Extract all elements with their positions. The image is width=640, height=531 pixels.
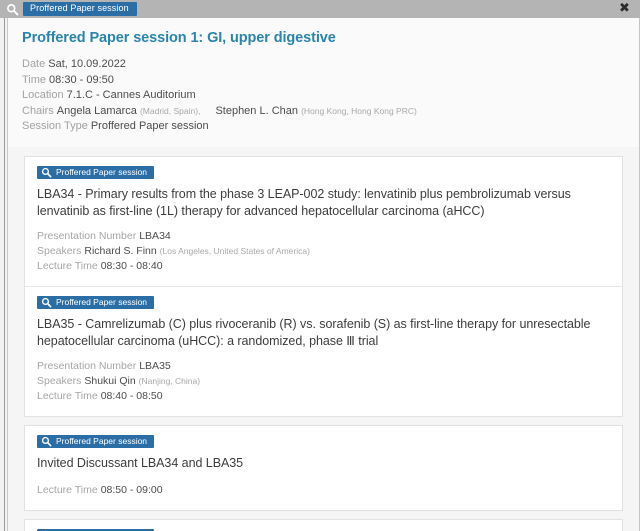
session-item-card[interactable]: Proffered Paper session LBA35 - Camreliz…	[25, 285, 622, 416]
meta-row-session-type: Session Type Proffered Paper session	[22, 119, 625, 135]
card-group: Proffered Paper session LBA34 - Primary …	[24, 155, 623, 417]
card-label-presentation-number: Presentation Number	[37, 229, 137, 242]
card-presentation-number-row: Presentation Number LBA34	[37, 229, 610, 244]
card-group: Proffered Paper session Q&A Lecture Time…	[24, 518, 623, 531]
card-session-badge[interactable]: Proffered Paper session	[37, 165, 155, 179]
chair-affiliation-2: (Hong Kong, Hong Kong PRC)	[301, 105, 417, 116]
search-icon	[41, 297, 52, 307]
search-icon	[41, 167, 52, 177]
card-speaker-name[interactable]: Richard S. Finn	[84, 245, 156, 257]
card-lecture-time-row: Lecture Time 08:50 - 09:00	[37, 483, 610, 498]
card-title[interactable]: LBA35 - Camrelizumab (C) plus rivocerani…	[37, 316, 610, 350]
card-speakers-row: Speakers Richard S. Finn (Los Angeles, Un…	[37, 244, 610, 259]
session-item-card[interactable]: Proffered Paper session Invited Discussa…	[25, 426, 622, 510]
meta-label-time: Time	[22, 73, 47, 86]
left-rail	[0, 18, 8, 531]
chair-name-1[interactable]: Angela Lamarca	[57, 105, 137, 117]
meta-value-time: 08:30 - 09:50	[49, 73, 114, 86]
card-value-lecture-time: 08:30 - 08:40	[100, 259, 163, 272]
card-speaker-affiliation: (Nanjing, China)	[138, 375, 201, 386]
card-presentation-number-row: Presentation Number LBA35	[37, 359, 610, 374]
card-badge-label: Proffered Paper session	[56, 435, 148, 446]
card-badge-label: Proffered Paper session	[56, 296, 148, 307]
card-group: Proffered Paper session Invited Discussa…	[24, 424, 623, 511]
session-item-card[interactable]: Proffered Paper session LBA34 - Primary …	[25, 157, 622, 286]
page-title: Proffered Paper session 1: GI, upper dig…	[22, 30, 336, 46]
card-value-lecture-time: 08:40 - 08:50	[100, 389, 163, 402]
meta-label-chairs: Chairs	[22, 104, 54, 117]
meta-label-session-type: Session Type	[22, 120, 88, 132]
topbar-session-badge[interactable]: Proffered Paper session	[23, 2, 137, 16]
card-label-lecture-time: Lecture Time	[37, 259, 98, 272]
search-icon	[41, 436, 52, 446]
card-session-badge[interactable]: Proffered Paper session	[37, 295, 155, 309]
card-speaker-affiliation: (Los Angeles, United States of America)	[159, 245, 310, 256]
chair-name-2[interactable]: Stephen L. Chan	[215, 105, 298, 117]
card-label-lecture-time: Lecture Time	[37, 389, 98, 402]
meta-row-chairs: Chairs Angela Lamarca (Madrid, Spain), Ste…	[22, 104, 625, 120]
card-label-lecture-time: Lecture Time	[37, 483, 98, 496]
card-lecture-time-row: Lecture Time 08:30 - 08:40	[37, 259, 610, 274]
card-speakers-row: Speakers Shukui Qin (Nanjing, China)	[37, 374, 610, 389]
card-value-presentation-number: LBA34	[139, 229, 171, 242]
session-item-card[interactable]: Proffered Paper session Q&A Lecture Time…	[25, 520, 622, 531]
meta-row-location: Location 7.1.C - Cannes Auditorium	[22, 88, 625, 104]
card-value-presentation-number: LBA35	[139, 359, 171, 372]
top-bar: Proffered Paper session ✖	[0, 0, 640, 18]
meta-label-date: Date	[22, 58, 46, 70]
meta-value-date: Sat, 10.09.2022	[48, 58, 126, 70]
meta-row-time: Time 08:30 - 09:50	[22, 73, 625, 89]
card-label-presentation-number: Presentation Number	[37, 359, 137, 372]
card-title[interactable]: LBA34 - Primary results from the phase 3…	[37, 186, 610, 220]
meta-value-session-type: Proffered Paper session	[90, 120, 209, 132]
meta-value-location: 7.1.C - Cannes Auditorium	[66, 89, 196, 101]
card-value-lecture-time: 08:50 - 09:00	[100, 483, 163, 496]
rail-divider	[4, 18, 5, 531]
card-session-badge[interactable]: Proffered Paper session	[37, 434, 155, 448]
chair-affiliation-1: (Madrid, Spain),	[139, 105, 201, 116]
card-label-speakers: Speakers	[37, 374, 82, 387]
card-title[interactable]: Invited Discussant LBA34 and LBA35	[37, 455, 610, 472]
close-button[interactable]: ✖	[617, 1, 632, 16]
card-speaker-name[interactable]: Shukui Qin	[84, 375, 135, 387]
card-label-speakers: Speakers	[37, 244, 82, 257]
search-icon	[7, 3, 19, 15]
card-lecture-time-row: Lecture Time 08:40 - 08:50	[37, 389, 610, 404]
session-header: Proffered Paper session 1: GI, upper dig…	[8, 18, 639, 147]
meta-row-date: Date Sat, 10.09.2022	[22, 57, 625, 73]
card-badge-label: Proffered Paper session	[56, 166, 148, 177]
meta-label-location: Location	[22, 89, 64, 101]
session-detail-page: Proffered Paper session 1: GI, upper dig…	[8, 18, 640, 531]
